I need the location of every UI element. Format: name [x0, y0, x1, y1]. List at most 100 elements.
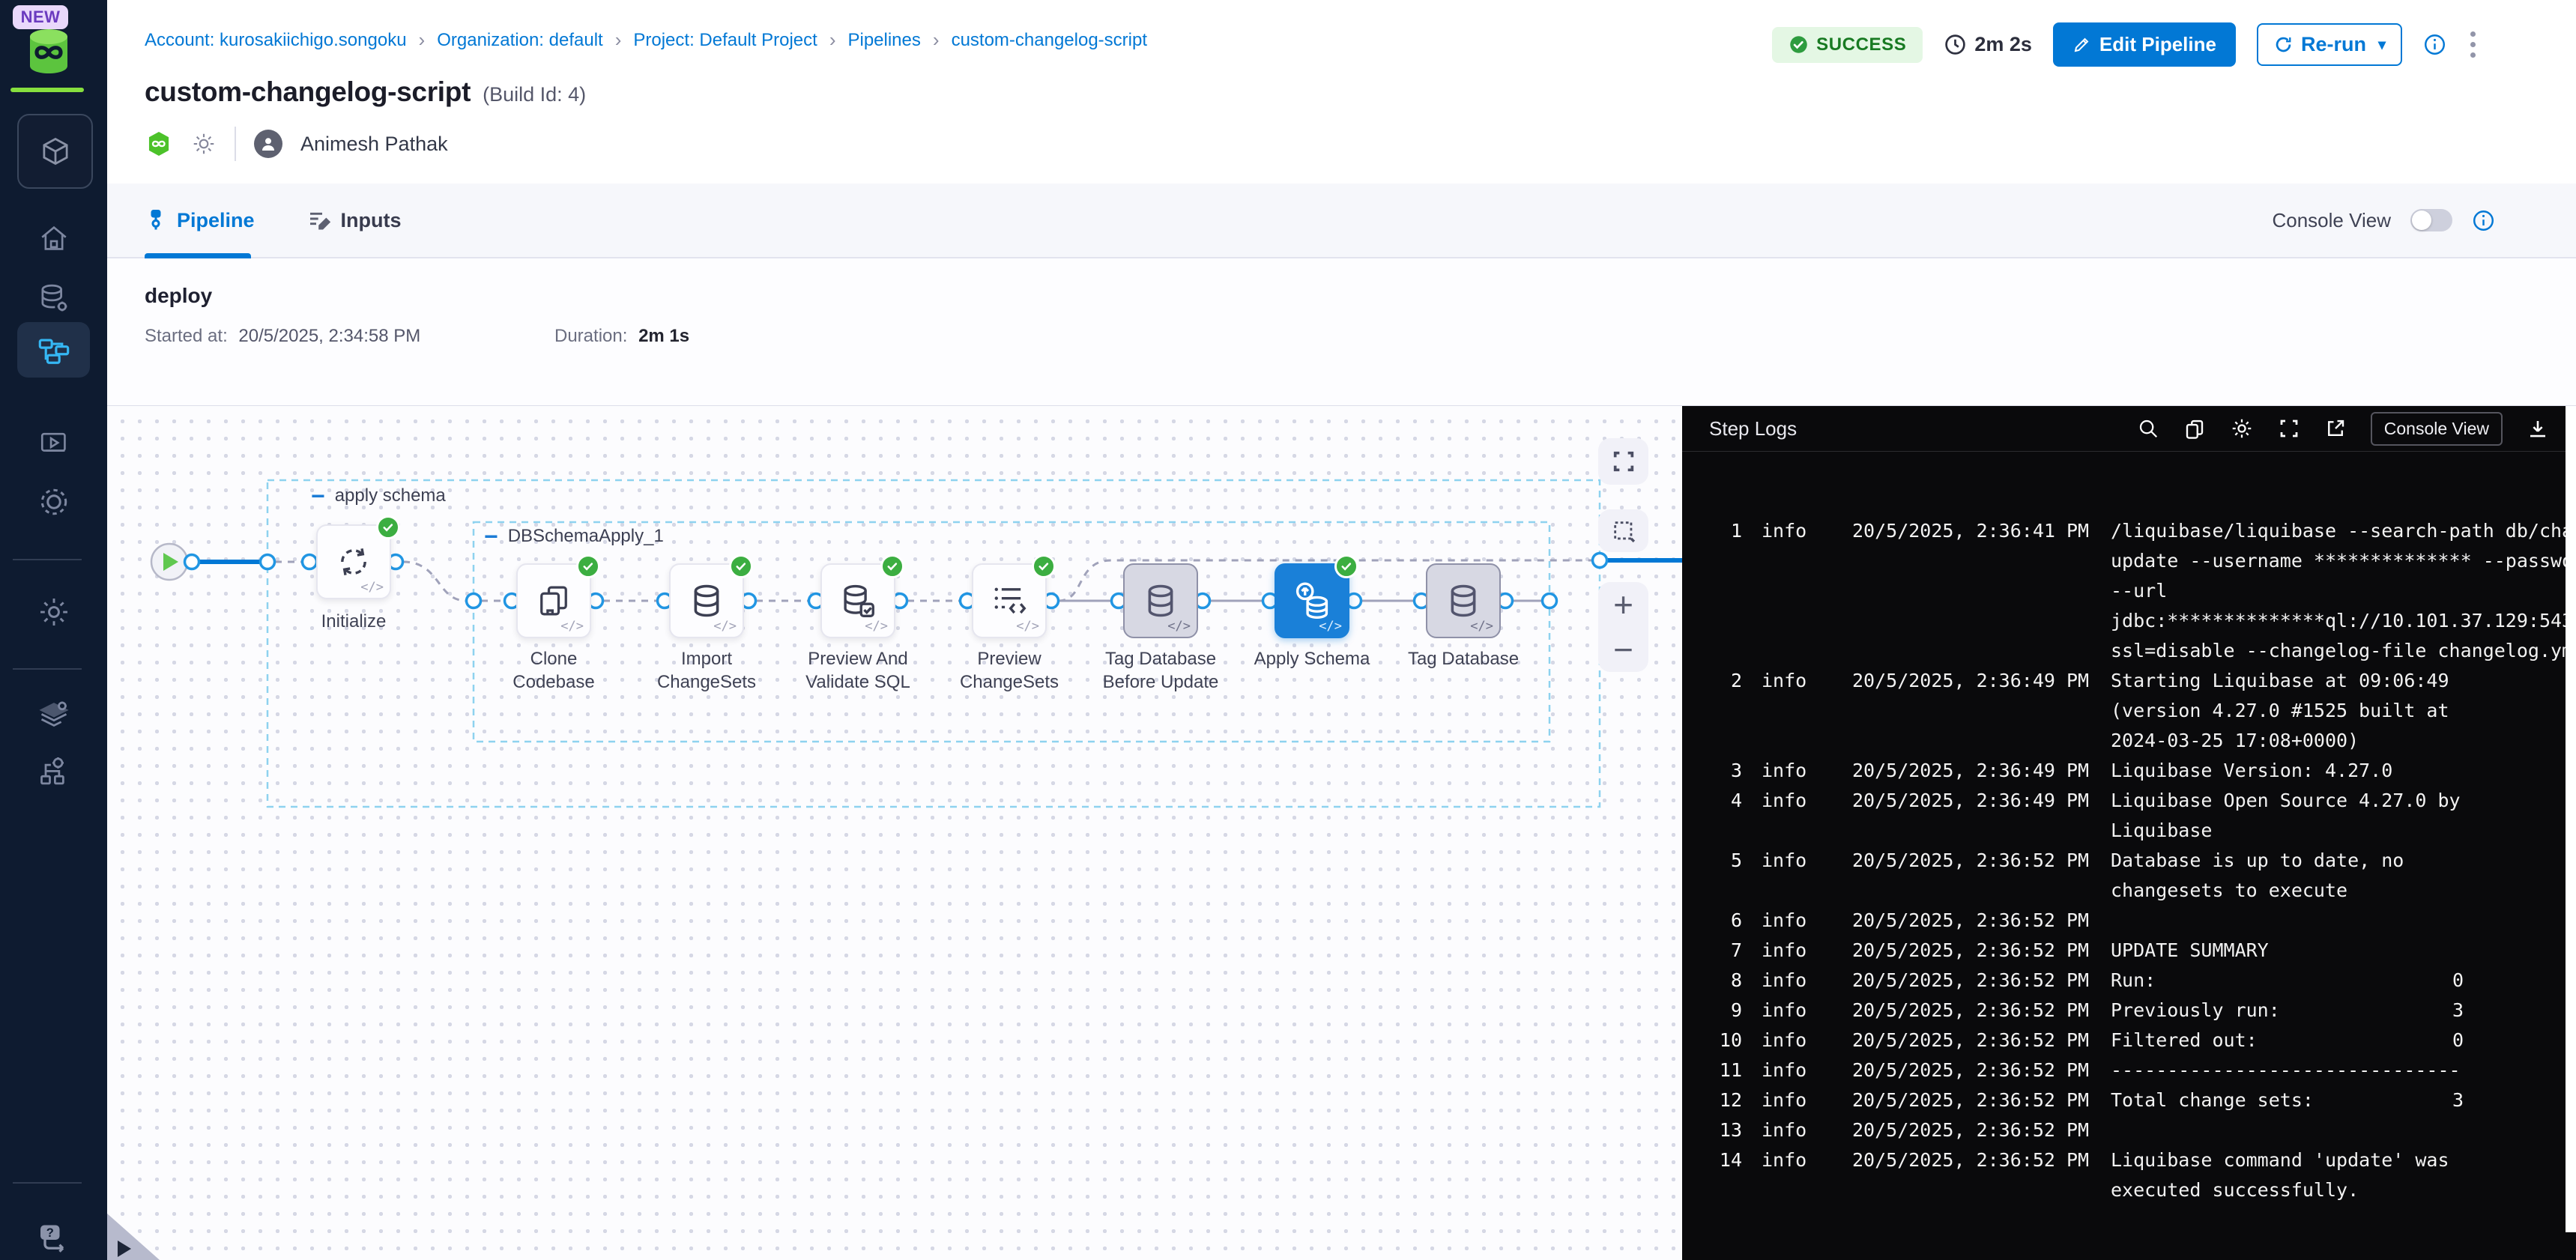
log-message: Filtered out:0 — [2111, 1026, 2576, 1055]
log-level: info — [1762, 1055, 1833, 1085]
stage-group-outline — [267, 480, 1600, 807]
gear-icon[interactable] — [2230, 417, 2254, 440]
log-level: info — [1762, 966, 1833, 996]
left-nav-sidebar: NEW — [0, 0, 107, 1260]
log-timestamp: 20/5/2025, 2:36:52 PM — [1852, 1026, 2111, 1055]
console-view-toggle[interactable] — [2410, 209, 2452, 231]
sidebar-divider — [13, 1182, 82, 1184]
database-icon[interactable]: </> — [1426, 563, 1501, 638]
info-icon[interactable] — [2472, 209, 2495, 232]
step-group-label: − DBSchemaApply_1 — [484, 526, 664, 547]
tab-inputs[interactable]: Inputs — [307, 208, 402, 232]
log-entry: 11info20/5/2025, 2:36:52 PM-------------… — [1682, 1055, 2576, 1085]
changeset-list-icon[interactable]: </> — [972, 563, 1047, 638]
open-in-new-icon[interactable] — [2324, 417, 2347, 440]
success-check-badge — [880, 554, 904, 578]
database-icon[interactable]: </> — [669, 563, 744, 638]
pipeline-node-preview-and-validate-sql[interactable]: </>Preview AndValidate SQL — [820, 563, 895, 638]
collapse-icon[interactable]: − — [484, 529, 498, 544]
pencil-icon — [2072, 36, 2090, 54]
database-icon[interactable]: </> — [1123, 563, 1198, 638]
breadcrumb-link[interactable]: Account: kurosakiichigo.songoku — [145, 30, 407, 51]
success-check-icon — [1789, 34, 1809, 55]
success-check-badge — [576, 554, 600, 578]
code-glyph: </> — [1167, 619, 1191, 634]
pipeline-node-clone-codebase[interactable]: </>CloneCodebase — [516, 563, 591, 638]
stage-name: deploy — [145, 284, 2576, 308]
sidebar-module-cube-button[interactable] — [17, 114, 93, 189]
code-glyph: </> — [1470, 619, 1493, 634]
sidebar-home-icon[interactable] — [0, 222, 107, 254]
log-lines[interactable]: 1info20/5/2025, 2:36:41 PM/liquibase/liq… — [1682, 452, 2576, 1205]
breadcrumb-separator: › — [829, 28, 836, 52]
sidebar-account-settings-icon[interactable] — [0, 595, 107, 629]
canvas-collapse-corner[interactable] — [107, 1214, 160, 1260]
log-entry: 4info20/5/2025, 2:36:49 PMLiquibase Open… — [1682, 786, 2576, 846]
sidebar-settings-icon[interactable] — [0, 484, 107, 520]
pipeline-node-tag-database-before-update[interactable]: </>Tag DatabaseBefore Update — [1123, 563, 1198, 638]
code-glyph: </> — [1016, 619, 1039, 634]
log-message: Starting Liquibase at 09:06:49(version 4… — [2111, 666, 2576, 756]
edit-pipeline-button[interactable]: Edit Pipeline — [2053, 22, 2236, 67]
zoom-out-button[interactable]: − — [1613, 634, 1633, 664]
search-icon[interactable] — [2137, 417, 2159, 440]
sidebar-pipelines-item-active[interactable] — [17, 322, 90, 378]
code-glyph: </> — [1319, 619, 1342, 634]
inputs-tab-icon — [307, 208, 331, 232]
code-glyph: </> — [713, 619, 737, 634]
info-icon[interactable] — [2423, 33, 2446, 56]
sidebar-executions-icon[interactable] — [0, 427, 107, 458]
breadcrumb-link[interactable]: custom-changelog-script — [952, 30, 1147, 51]
success-check-badge — [376, 515, 400, 539]
copy-icon[interactable] — [2183, 417, 2206, 440]
pipeline-node-tag-database[interactable]: </>Tag Database — [1426, 563, 1501, 638]
pipeline-graph-canvas[interactable]: − apply schema − DBSchemaApply_1 </>Init… — [107, 406, 1682, 1260]
log-scrollbar[interactable] — [2566, 406, 2576, 1232]
sidebar-divider — [13, 668, 82, 670]
pipeline-tab-icon — [145, 209, 167, 231]
database-upload-icon[interactable]: </> — [1275, 563, 1349, 638]
breadcrumb: Account: kurosakiichigo.songoku › Organiza… — [145, 28, 1147, 52]
rerun-button[interactable]: Re-run ▾ — [2257, 23, 2402, 66]
fullscreen-icon[interactable] — [2278, 417, 2300, 440]
sidebar-divider — [13, 559, 82, 560]
log-entry: 2info20/5/2025, 2:36:49 PMStarting Liqui… — [1682, 666, 2576, 756]
breadcrumb-link[interactable]: Project: Default Project — [633, 30, 817, 51]
log-value: 0 — [2452, 1026, 2464, 1055]
log-line-number: 8 — [1682, 966, 1742, 996]
view-tabbar: Pipeline Inputs Console View — [107, 184, 2576, 258]
sync-icon[interactable]: </> — [316, 524, 391, 599]
tab-pipeline[interactable]: Pipeline — [145, 209, 255, 232]
collapse-icon[interactable]: − — [311, 488, 325, 503]
more-options-kebab[interactable] — [2467, 28, 2479, 61]
breadcrumb-link[interactable]: Pipelines — [847, 30, 920, 51]
pipeline-node-apply-schema[interactable]: </>Apply Schema — [1275, 563, 1349, 638]
code-glyph: </> — [560, 619, 584, 634]
step-logs-title: Step Logs — [1709, 417, 1797, 440]
divider — [235, 127, 236, 161]
console-view-button[interactable]: Console View — [2371, 412, 2503, 446]
log-message: Liquibase Open Source 4.27.0 byLiquibase — [2111, 786, 2576, 846]
copy-icon[interactable]: </> — [516, 563, 591, 638]
log-level: info — [1762, 1115, 1833, 1145]
sidebar-environments-icon[interactable] — [0, 697, 107, 730]
database-check-icon[interactable]: </> — [820, 563, 895, 638]
harness-dbops-logo[interactable] — [24, 27, 73, 79]
breadcrumb-link[interactable]: Organization: default — [437, 30, 602, 51]
pipeline-node-import-changesets[interactable]: </>ImportChangeSets — [669, 563, 744, 638]
new-badge: NEW — [13, 5, 68, 29]
sidebar-database-settings-icon[interactable] — [0, 282, 107, 315]
log-message: ------------------------------- — [2111, 1055, 2576, 1085]
canvas-select-button[interactable] — [1598, 509, 1648, 552]
pipeline-node-initialize[interactable]: </>Initialize — [316, 524, 391, 599]
header-actions: SUCCESS 2m 2s Edit Pipeline — [1772, 22, 2479, 67]
sidebar-infrastructure-icon[interactable] — [0, 754, 107, 787]
download-icon[interactable] — [2527, 417, 2549, 440]
pipeline-node-preview-changesets[interactable]: </>PreviewChangeSets — [972, 563, 1047, 638]
log-message: Run:0 — [2111, 966, 2576, 996]
canvas-fit-button[interactable] — [1598, 438, 1648, 485]
zoom-in-button[interactable]: + — [1613, 590, 1633, 620]
ci-module-icon — [145, 130, 173, 158]
sidebar-help-icon[interactable]: ? — [0, 1220, 107, 1256]
gear-icon[interactable] — [191, 131, 217, 157]
